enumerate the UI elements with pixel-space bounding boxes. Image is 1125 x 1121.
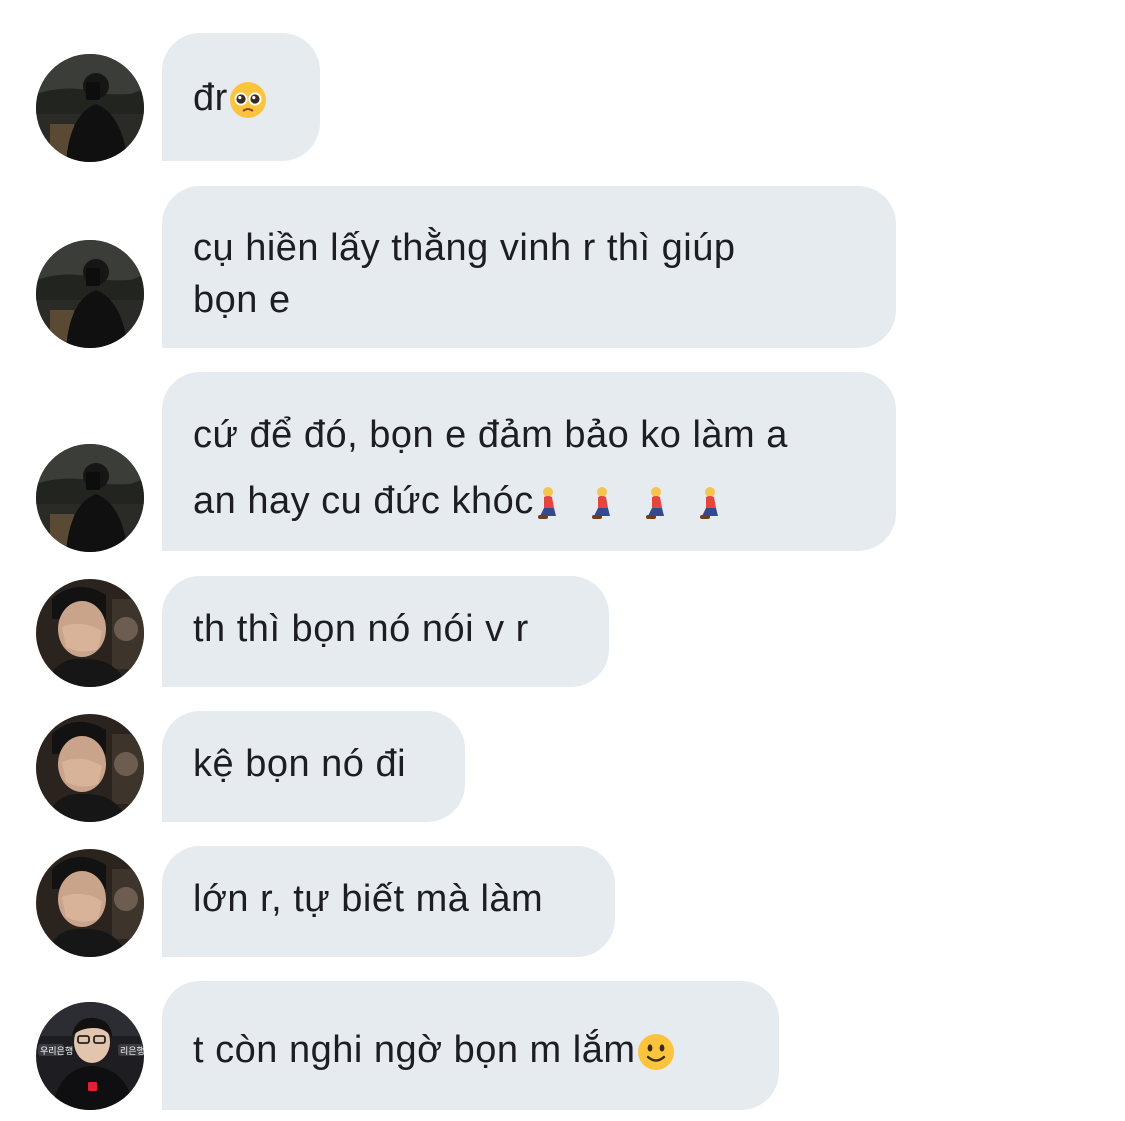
message-bubble[interactable]: t còn nghi ngờ bọn m lắm xyxy=(162,981,779,1110)
message-text: lớn r, tự biết mà làm xyxy=(193,878,544,920)
sender-avatar[interactable] xyxy=(36,240,144,348)
person-kneeling-icon xyxy=(696,486,726,520)
sender-avatar[interactable] xyxy=(36,444,144,552)
message-bubble[interactable]: cụ hiền lấy thằng vinh r thì giúp bọn e xyxy=(162,186,896,348)
message-text-line: cụ hiền lấy thằng vinh r thì giúp xyxy=(193,227,736,269)
message-text: kệ bọn nó đi xyxy=(193,743,407,785)
person-kneeling-icon xyxy=(534,486,564,520)
sender-avatar[interactable]: 우리은행 리은행 xyxy=(36,1002,144,1110)
pleading-face-icon xyxy=(228,80,268,120)
chat-screen: { "conversation": { "messages": [ { "sen… xyxy=(0,0,1125,1121)
avatar-badge-text: 리은행 xyxy=(120,1046,144,1056)
message-text-line: bọn e xyxy=(193,279,291,321)
message-text-line: cứ để đó, bọn e đảm bảo ko làm a xyxy=(193,414,788,456)
sender-avatar[interactable] xyxy=(36,54,144,162)
message-text-line: an hay cu đức khóc xyxy=(193,468,865,534)
message-bubble[interactable]: đr xyxy=(162,33,320,161)
avatar-badge-text: 우리은행 xyxy=(40,1046,74,1056)
message-bubble[interactable]: lớn r, tự biết mà làm xyxy=(162,846,615,957)
message-text: th thì bọn nó nói v r xyxy=(193,608,529,650)
message-text: đr xyxy=(193,77,289,120)
sender-avatar[interactable] xyxy=(36,714,144,822)
sender-avatar[interactable] xyxy=(36,849,144,957)
message-bubble[interactable]: th thì bọn nó nói v r xyxy=(162,576,609,687)
slightly-smiling-face-icon xyxy=(636,1032,676,1072)
message-text: t còn nghi ngờ bọn m lắm xyxy=(193,1029,748,1072)
message-bubble[interactable]: cứ để đó, bọn e đảm bảo ko làm a an hay … xyxy=(162,372,896,551)
person-kneeling-icon xyxy=(588,486,618,520)
sender-avatar[interactable] xyxy=(36,579,144,687)
message-bubble[interactable]: kệ bọn nó đi xyxy=(162,711,465,822)
person-kneeling-icon xyxy=(642,486,672,520)
